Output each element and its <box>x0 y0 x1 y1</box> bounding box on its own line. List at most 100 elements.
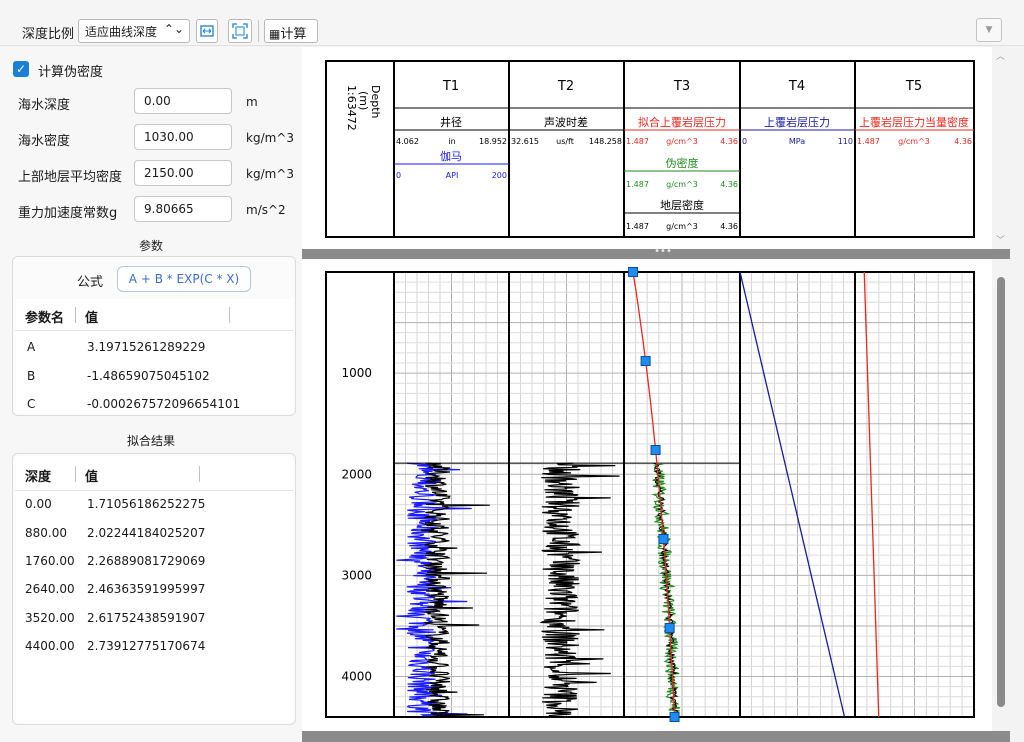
calculator-icon: ▦ <box>269 27 281 41</box>
sea-density-input[interactable]: 1030.00 <box>134 124 232 150</box>
coef-table: 参数名 值 A 3.19715261289229 B -1.4865907504… <box>15 299 293 413</box>
fit-value: 2.02244184025207 <box>87 526 206 540</box>
fit-control-point <box>628 267 639 277</box>
toolbar-menu-button[interactable]: ▼ <box>976 18 1002 42</box>
curve-max: 18.952 <box>479 137 507 146</box>
triangle-down-icon: ▼ <box>985 25 993 35</box>
header-divider <box>15 490 293 491</box>
depth-tick-label: 1000 <box>341 366 372 380</box>
gravity-input[interactable]: 9.80665 <box>134 196 232 222</box>
sea-depth-input[interactable]: 0.00 <box>134 88 232 114</box>
track-title: T4 <box>788 79 805 94</box>
curve-header-gamma[interactable]: 伽马 0 API 200 <box>394 149 509 180</box>
fit-depth: 0.00 <box>25 497 52 511</box>
curve-header-sonic[interactable]: 声波时差 32.615 us/ft 148.258 <box>509 115 624 146</box>
curve-unit: in <box>448 137 455 146</box>
curve-unit: g/cm^3 <box>898 137 930 146</box>
fit-control-point <box>658 534 669 544</box>
curve-unit: API <box>446 171 459 180</box>
curve-header-fit-overburden[interactable]: 拟合上覆岩层压力 1.487 g/cm^3 4.36 <box>624 115 740 146</box>
fit-value: 2.73912775170674 <box>87 639 206 653</box>
curve-max: 4.36 <box>720 180 738 189</box>
gravity-unit: m/s^2 <box>246 203 286 217</box>
fit-value: 1.71056186252275 <box>87 497 206 511</box>
header-divider <box>15 330 293 331</box>
upper-density-input[interactable]: 2150.00 <box>134 160 232 186</box>
fit-col-depth: 深度 <box>25 470 52 485</box>
depth-tick-label: 4000 <box>341 670 372 684</box>
panel-splitter[interactable]: ••• <box>302 247 1024 259</box>
depth-scale-select[interactable]: 适应曲线深度 ⌃⌄ <box>78 19 190 43</box>
curve-header-overburden-ecd[interactable]: 上覆岩层压力当量密度 1.487 g/cm^3 4.36 <box>855 115 974 146</box>
fit-control-point <box>650 445 661 455</box>
parameter-panel: ✓ 计算伪密度 海水深度 0.00 m 海水密度 1030.00 kg/m^3 … <box>0 47 302 742</box>
fit-section-title: 拟合结果 <box>126 434 175 448</box>
log-tracks-svg[interactable]: 1000 2000 3000 4000 <box>302 259 992 731</box>
toolbar-separator <box>258 20 259 42</box>
track-title: T2 <box>557 79 574 94</box>
curve-max: 148.258 <box>589 137 622 146</box>
log-view: Depth (m) 1:63472 T1 T2 T3 T4 T5 井径 4.06… <box>302 47 1024 742</box>
updown-chevron-icon: ⌃⌄ <box>163 22 184 36</box>
fit-all-icon <box>232 23 248 39</box>
fit-value: 2.26889081729069 <box>87 554 206 568</box>
coef-col-name: 参数名 <box>25 311 65 326</box>
fit-width-icon <box>200 25 214 37</box>
header-scrollbar[interactable]: ︿ ﹀ <box>992 47 1010 249</box>
curve-name: 井径 <box>440 115 462 129</box>
caliper-curve <box>420 462 490 717</box>
curve-header-pseudo-density[interactable]: 伪密度 1.487 g/cm^3 4.36 <box>624 156 740 189</box>
sea-density-label: 海水密度 <box>18 134 71 149</box>
fit-width-button[interactable] <box>196 19 218 43</box>
scroll-up-icon[interactable]: ︿ <box>996 49 1005 62</box>
curve-max: 4.36 <box>720 137 738 146</box>
sea-depth-unit: m <box>246 95 258 109</box>
track-title: T5 <box>905 79 922 94</box>
curve-header-formation-density[interactable]: 地层密度 1.487 g/cm^3 4.36 <box>624 198 740 231</box>
log-scrollbar[interactable] <box>992 259 1010 731</box>
curve-header-overburden[interactable]: 上覆岩层压力 0 MPa 110 <box>740 115 855 146</box>
track-title: T1 <box>442 79 459 94</box>
scroll-thumb[interactable] <box>997 277 1005 707</box>
depth-scale-label: 深度比例 <box>22 27 75 42</box>
fit-control-point <box>640 356 651 366</box>
col-divider <box>199 466 200 482</box>
curve-min: 1.487 <box>626 137 649 146</box>
curve-min: 0 <box>396 171 401 180</box>
curve-min: 32.615 <box>511 137 539 146</box>
formula-label: 公式 <box>77 275 104 290</box>
log-body-panel: 1000 2000 3000 4000 <box>302 259 992 731</box>
coef-value: -0.000267572096654101 <box>87 397 241 411</box>
formula-input[interactable]: A + B * EXP(C * X) <box>117 266 251 292</box>
depth-scale: 1:63472 <box>345 85 358 131</box>
fit-control-point <box>664 623 675 633</box>
right-margin <box>1010 47 1024 742</box>
curve-max: 4.36 <box>954 137 972 146</box>
coef-value: 3.19715261289229 <box>87 340 206 354</box>
coef-name: A <box>27 340 36 354</box>
depth-tick-label: 2000 <box>341 467 372 481</box>
calc-pseudo-density-label: 计算伪密度 <box>38 65 104 80</box>
curve-name: 伪密度 <box>666 156 699 170</box>
sea-depth-label: 海水深度 <box>18 98 71 113</box>
curve-max: 200 <box>492 171 507 180</box>
curve-unit: us/ft <box>556 137 574 146</box>
calculate-button[interactable]: ▦计算 <box>264 19 318 43</box>
coef-name: B <box>27 369 36 383</box>
coef-col-value: 值 <box>85 311 99 326</box>
fit-all-button[interactable] <box>228 19 252 43</box>
fit-table: 深度 值 0.00 1.71056186252275 880.00 2.022441… <box>15 456 293 722</box>
fit-control-point <box>669 712 680 722</box>
scroll-down-icon[interactable]: ﹀ <box>996 233 1005 246</box>
curve-name: 伽马 <box>440 149 462 163</box>
curve-header-caliper[interactable]: 井径 4.062 in 18.952 <box>394 115 509 146</box>
checkmark-icon: ✓ <box>15 62 27 76</box>
calc-pseudo-density-checkbox[interactable]: ✓ <box>13 61 29 77</box>
curve-min: 1.487 <box>626 180 649 189</box>
fit-value: 2.46363591995997 <box>87 582 206 596</box>
gravity-label: 重力加速度常数g <box>18 206 118 221</box>
fit-depth: 1760.00 <box>25 554 75 568</box>
curve-min: 1.487 <box>857 137 880 146</box>
fit-depth: 4400.00 <box>25 639 75 653</box>
sea-density-unit: kg/m^3 <box>246 131 294 145</box>
